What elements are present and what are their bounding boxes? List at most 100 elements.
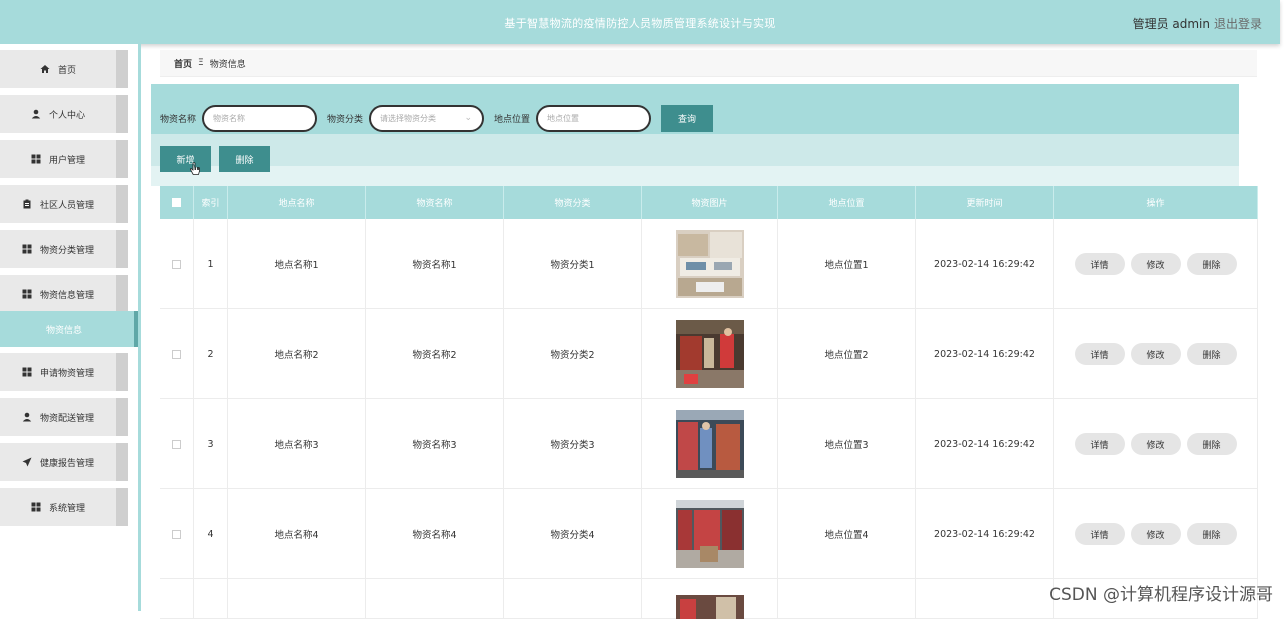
header-name: 物资名称 <box>366 186 504 219</box>
location-search-field: 地点位置 地点位置 <box>494 105 652 132</box>
delete-button[interactable]: 删除 <box>1186 253 1237 275</box>
table-row: 3 地点名称3 物资名称3 物资分类3 地点位置3 2023-02-14 16:… <box>160 399 1258 489</box>
row-location: 地点位置4 <box>778 489 916 579</box>
category-select[interactable]: 请选择物资分类 ⌄ <box>369 105 485 132</box>
sidebar-item-home[interactable]: 首页 <box>0 50 128 88</box>
search-bar: 物资名称 物资名称 物资分类 请选择物资分类 ⌄ 地点位置 地点位置 查询 <box>151 84 1239 134</box>
row-name: 物资名称2 <box>366 309 504 399</box>
row-name: 物资名称1 <box>366 219 504 309</box>
sidebar-item-label: 物资分类管理 <box>39 245 94 256</box>
sidebar-item-label: 物资信息管理 <box>39 290 94 301</box>
sidebar-item-community[interactable]: 社区人员管理 <box>0 185 128 223</box>
header-actions: 操作 <box>1054 186 1258 219</box>
header-updated: 更新时间 <box>916 186 1054 219</box>
edit-button[interactable]: 修改 <box>1130 433 1181 455</box>
breadcrumb-separator: Ξ <box>198 58 204 68</box>
table-row: 1 地点名称1 物资名称1 物资分类1 地点位置1 2023-02-14 16:… <box>160 219 1258 309</box>
table-row: 2 地点名称2 物资名称2 物资分类2 地点位置2 2023-02-14 16:… <box>160 309 1258 399</box>
sidebar-item-users[interactable]: 用户管理 <box>0 140 128 178</box>
header-category: 物资分类 <box>504 186 642 219</box>
sidebar-item-label: 健康报告管理 <box>39 458 94 469</box>
watermark: CSDN @计算机程序设计源哥 <box>1049 585 1273 605</box>
row-category: 物资分类1 <box>504 219 642 309</box>
delete-button[interactable]: 删除 <box>1186 433 1237 455</box>
material-image <box>675 500 744 568</box>
name-search-field: 物资名称 物资名称 <box>160 105 318 132</box>
row-category: 物资分类3 <box>504 399 642 489</box>
add-button[interactable]: 新增 <box>160 146 211 172</box>
row-checkbox[interactable] <box>172 439 181 449</box>
sidebar-item-category[interactable]: 物资分类管理 <box>0 230 128 268</box>
detail-button[interactable]: 详情 <box>1074 433 1125 455</box>
sidebar-item-apply[interactable]: 申请物资管理 <box>0 353 128 391</box>
category-search-label: 物资分类 <box>327 115 364 125</box>
delete-button[interactable]: 删除 <box>1186 523 1237 545</box>
edit-button[interactable]: 修改 <box>1130 343 1181 365</box>
edit-button[interactable]: 修改 <box>1130 523 1181 545</box>
row-name: 物资名称3 <box>366 399 504 489</box>
material-image <box>675 595 744 619</box>
grid-icon <box>22 244 32 254</box>
breadcrumb-current: 物资信息 <box>209 59 246 70</box>
breadcrumb-home[interactable]: 首页 <box>174 57 192 70</box>
sidebar-item-label: 申请物资管理 <box>39 368 94 379</box>
sidebar-item-label: 物资配送管理 <box>39 413 94 424</box>
row-updated: 2023-02-14 16:29:42 <box>916 399 1054 489</box>
row-location: 地点位置2 <box>778 309 916 399</box>
material-image <box>675 320 744 388</box>
row-location: 地点位置1 <box>778 219 916 309</box>
current-user: 管理员 admin <box>1132 17 1210 31</box>
sidebar: 首页 个人中心 用户管理 社区人员管理 物资分类管理 物资信息管理 物资信息 申… <box>0 44 141 611</box>
hand-cursor-icon <box>190 162 200 175</box>
action-bar-lower <box>151 166 1239 186</box>
row-name: 物资名称4 <box>366 489 504 579</box>
select-all-checkbox[interactable] <box>172 198 181 207</box>
category-select-placeholder: 请选择物资分类 <box>380 114 437 123</box>
sidebar-item-material-info-mgmt[interactable]: 物资信息管理 <box>0 275 128 313</box>
material-image <box>675 410 744 478</box>
edit-button[interactable]: 修改 <box>1130 253 1181 275</box>
row-updated: 2023-02-14 16:29:42 <box>916 309 1054 399</box>
sidebar-item-profile[interactable]: 个人中心 <box>0 95 128 133</box>
grid-icon <box>22 367 32 377</box>
row-checkbox[interactable] <box>172 529 181 539</box>
grid-icon <box>31 502 41 512</box>
row-category: 物资分类4 <box>504 489 642 579</box>
sidebar-subitem-material-info[interactable]: 物资信息 <box>0 311 138 347</box>
location-search-input[interactable]: 地点位置 <box>536 105 652 132</box>
name-search-input[interactable]: 物资名称 <box>202 105 318 132</box>
row-index: 2 <box>194 309 228 399</box>
sidebar-item-delivery[interactable]: 物资配送管理 <box>0 398 128 436</box>
detail-button[interactable]: 详情 <box>1074 343 1125 365</box>
row-index: 4 <box>194 489 228 579</box>
app-title: 基于智慧物流的疫情防控人员物质管理系统设计与实现 <box>504 17 776 30</box>
row-checkbox[interactable] <box>172 259 181 269</box>
detail-button[interactable]: 详情 <box>1074 523 1125 545</box>
logout-link[interactable]: 退出登录 <box>1214 15 1262 32</box>
send-icon <box>22 457 32 467</box>
query-button[interactable]: 查询 <box>661 105 713 132</box>
batch-delete-button[interactable]: 删除 <box>219 146 270 172</box>
sidebar-item-label: 个人中心 <box>48 110 85 121</box>
delete-button[interactable]: 删除 <box>1186 343 1237 365</box>
category-search-field: 物资分类 请选择物资分类 ⌄ <box>327 105 485 132</box>
sidebar-item-system[interactable]: 系统管理 <box>0 488 128 526</box>
row-checkbox[interactable] <box>172 349 181 359</box>
chevron-down-icon: ⌄ <box>464 113 473 123</box>
grid-icon <box>22 289 32 299</box>
sidebar-divider <box>138 44 141 611</box>
home-icon <box>40 65 50 73</box>
name-search-placeholder: 物资名称 <box>213 114 246 123</box>
location-search-label: 地点位置 <box>494 115 531 125</box>
header-location: 地点位置 <box>778 186 916 219</box>
row-place: 地点名称2 <box>228 309 366 399</box>
sidebar-item-health[interactable]: 健康报告管理 <box>0 443 128 481</box>
row-updated: 2023-02-14 16:29:42 <box>916 489 1054 579</box>
name-search-label: 物资名称 <box>160 115 197 125</box>
detail-button[interactable]: 详情 <box>1074 253 1125 275</box>
action-bar <box>151 134 1239 166</box>
header-place: 地点名称 <box>228 186 366 219</box>
row-updated: 2023-02-14 16:29:42 <box>916 219 1054 309</box>
clipboard-icon <box>23 199 31 209</box>
row-index: 3 <box>194 399 228 489</box>
